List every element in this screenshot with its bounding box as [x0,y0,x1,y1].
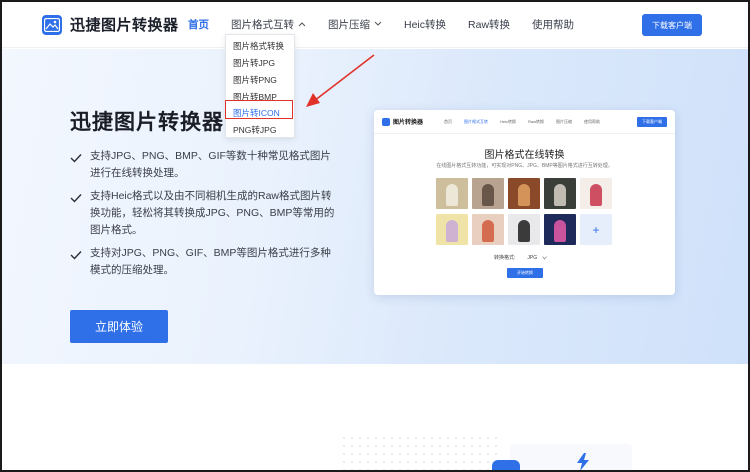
feature-item: 支持Heic格式以及由不同相机生成的Raw格式图片转换功能，轻松将其转换成JPG… [70,188,340,239]
preview-thumbnail [580,178,612,209]
preview-thumbnail [544,178,576,209]
nav-format-convert-label: 图片格式互转 [231,19,294,31]
feature-list: 支持JPG、PNG、BMP、GIF等数十种常见格式图片进行在线转换处理。 支持H… [70,148,340,285]
preview-thumbnail [436,178,468,209]
preview-format-select: JPG [527,255,547,261]
nav-compress-label: 图片压缩 [328,19,370,31]
preview-thumbnail [472,214,504,245]
preview-nav-item: 图片格式互转 [464,119,488,124]
preview-nav-item: 首页 [444,119,452,124]
preview-nav-item: Heic转换 [500,119,517,124]
preview-logo: 图片转换器 [382,117,423,126]
preview-thumbnail [472,178,504,209]
preview-nav: 首页 图片格式互转 Heic转换 Raw转换 图片压缩 使用帮助 [444,119,612,125]
feature-text: 支持Heic格式以及由不同相机生成的Raw格式图片转换功能，轻松将其转换成JPG… [90,190,335,236]
check-icon [70,190,84,239]
dropdown-item-png-to-jpg[interactable]: PNG转JPG [233,124,276,136]
nav-home-label: 首页 [188,19,209,31]
plus-icon: + [592,222,600,237]
logo-image-icon [42,14,62,35]
preview-download-button: 下载客户端 [637,117,667,127]
preview-start-button: 开始转换 [507,268,543,278]
preview-thumbnail [508,178,540,209]
nav-help-label: 使用帮助 [532,19,575,31]
chevron-down-icon [542,255,547,259]
lower-section [2,364,748,470]
annotation-arrow-icon [306,54,375,107]
hero-title: 迅捷图片转换器 [70,111,224,134]
preview-add-tile: + [580,214,612,245]
preview-logo-icon [382,117,390,126]
preview-thumbnail-grid: + [436,178,616,250]
check-icon [70,247,84,279]
preview-format-value: JPG [527,254,538,261]
preview-format-row: 转换格式: JPG [494,254,547,261]
chevron-up-icon [298,20,306,29]
format-convert-dropdown: 图片格式转换 图片转JPG 图片转PNG 图片转BMP 图片转ICON PNG转… [225,34,295,138]
site-header: 迅捷图片转换器 首页 图片格式互转 图片压缩 Heic转换 Raw转换 使用帮助… [2,2,748,48]
download-client-button[interactable]: 下载客户端 [642,14,702,36]
highlight-box [225,100,293,119]
preview-thumbnail [508,214,540,245]
logo-text: 迅捷图片转换器 [70,17,179,34]
lightning-bolt-icon [577,453,589,470]
preview-subtitle: 在线图片格式互转功能，可实现对PNG、JPG、BMP等图片格式进行互转处理。 [436,163,613,169]
preview-logo-text: 图片转换器 [393,120,424,126]
preview-thumbnail [544,214,576,245]
nav-help[interactable]: 使用帮助 [532,17,574,32]
nav-heic-label: Heic转换 [404,19,447,31]
dropdown-item-format-convert[interactable]: 图片格式转换 [233,40,284,52]
feature-item: 支持JPG、PNG、BMP、GIF等数十种常见格式图片进行在线转换处理。 [70,148,340,182]
feature-text: 支持对JPG、PNG、GIF、BMP等图片格式进行多种模式的压缩处理。 [90,247,331,276]
nav-home[interactable]: 首页 [188,17,209,32]
check-icon [70,150,84,182]
nav-compress[interactable]: 图片压缩 [328,17,382,32]
main-nav: 首页 图片格式互转 图片压缩 Heic转换 Raw转换 使用帮助 [188,17,574,32]
decorative-dot-grid [340,434,500,470]
preview-format-label: 转换格式: [494,255,516,261]
site-logo[interactable]: 迅捷图片转换器 [42,14,179,35]
dropdown-item-to-jpg[interactable]: 图片转JPG [233,57,275,69]
preview-nav-item: 使用帮助 [584,119,601,124]
feature-item: 支持对JPG、PNG、GIF、BMP等图片格式进行多种模式的压缩处理。 [70,245,340,279]
preview-nav-item: 图片压缩 [556,119,573,124]
browser-viewport: 迅捷图片转换器 首页 图片格式互转 图片压缩 Heic转换 Raw转换 使用帮助… [0,0,750,472]
nav-heic[interactable]: Heic转换 [404,17,446,32]
preview-title: 图片格式在线转换 [484,150,565,161]
decorative-card [510,444,632,470]
preview-header: 图片转换器 首页 图片格式互转 Heic转换 Raw转换 图片压缩 使用帮助 下… [374,110,675,134]
nav-raw[interactable]: Raw转换 [468,17,510,32]
preview-thumbnail [436,214,468,245]
nav-raw-label: Raw转换 [468,19,511,31]
preview-nav-item: Raw转换 [528,119,545,124]
chevron-down-icon [374,20,382,29]
try-now-button[interactable]: 立即体验 [70,310,168,343]
decorative-app-tile [492,460,520,470]
dropdown-item-to-png[interactable]: 图片转PNG [233,74,277,86]
nav-format-convert[interactable]: 图片格式互转 [231,17,306,32]
feature-text: 支持JPG、PNG、BMP、GIF等数十种常见格式图片进行在线转换处理。 [90,150,331,179]
app-preview-card: 图片转换器 首页 图片格式互转 Heic转换 Raw转换 图片压缩 使用帮助 下… [374,110,675,295]
